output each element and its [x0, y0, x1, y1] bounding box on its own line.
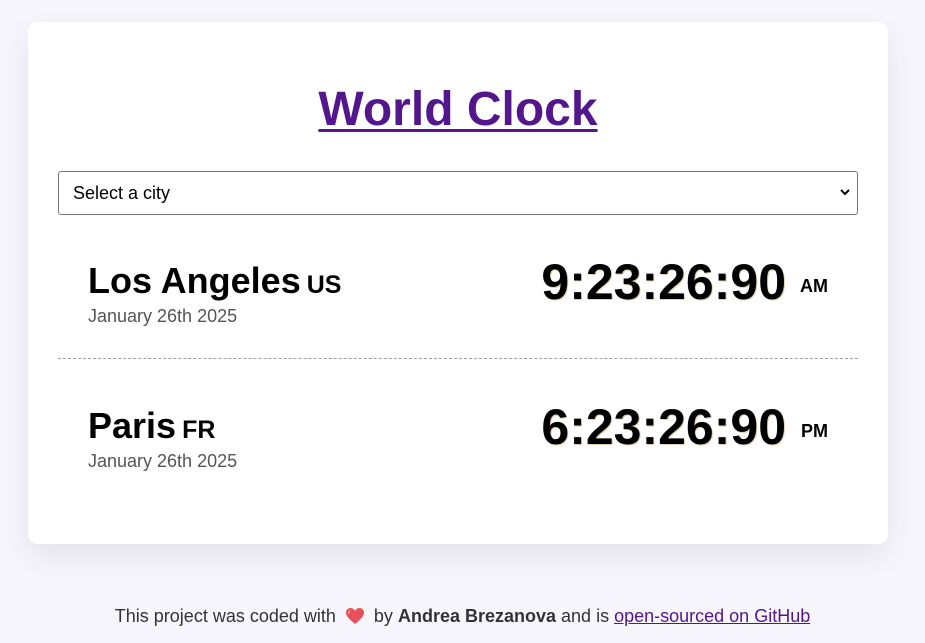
city-select[interactable]: Select a city [58, 171, 858, 215]
title-link[interactable]: World Clock [318, 83, 597, 136]
city-name: Los Angeles [88, 260, 301, 301]
city-divider [58, 358, 858, 359]
time-period: PM [801, 421, 828, 441]
city-row-los-angeles: Los Angeles US January 26th 2025 9:23:26:… [58, 250, 858, 350]
city-time: 6:23:26:90 [541, 399, 786, 455]
city-date: January 26th 2025 [88, 306, 238, 326]
city-select-value: Select a city [73, 183, 171, 203]
github-link[interactable]: open-sourced on GitHub [614, 606, 810, 626]
time-period: AM [800, 276, 828, 296]
heart-icon [345, 608, 364, 624]
city-name: Paris [88, 405, 177, 446]
clock-card: World Clock Select a city Los Angeles US … [28, 22, 888, 544]
city-name-heading: Los Angeles US [88, 260, 341, 306]
city-time: 9:23:26:90 [541, 254, 786, 310]
country-code: US [306, 271, 342, 299]
city-date: January 26th 2025 [88, 451, 238, 471]
city-name-heading: Paris FR [88, 405, 215, 451]
page-title: World Clock [28, 82, 888, 138]
city-row-paris: Paris FR January 26th 2025 6:23:26:90 PM [58, 395, 858, 495]
footer-prefix: This project was coded with [114, 606, 336, 626]
author-name: Andrea Brezanova [397, 606, 557, 626]
country-code: FR [182, 416, 216, 444]
footer-middle: and is [561, 606, 610, 626]
footer-by: by [373, 606, 393, 626]
chevron-down-icon [840, 189, 850, 196]
footer: This project was coded with by Andrea Br… [0, 606, 925, 627]
